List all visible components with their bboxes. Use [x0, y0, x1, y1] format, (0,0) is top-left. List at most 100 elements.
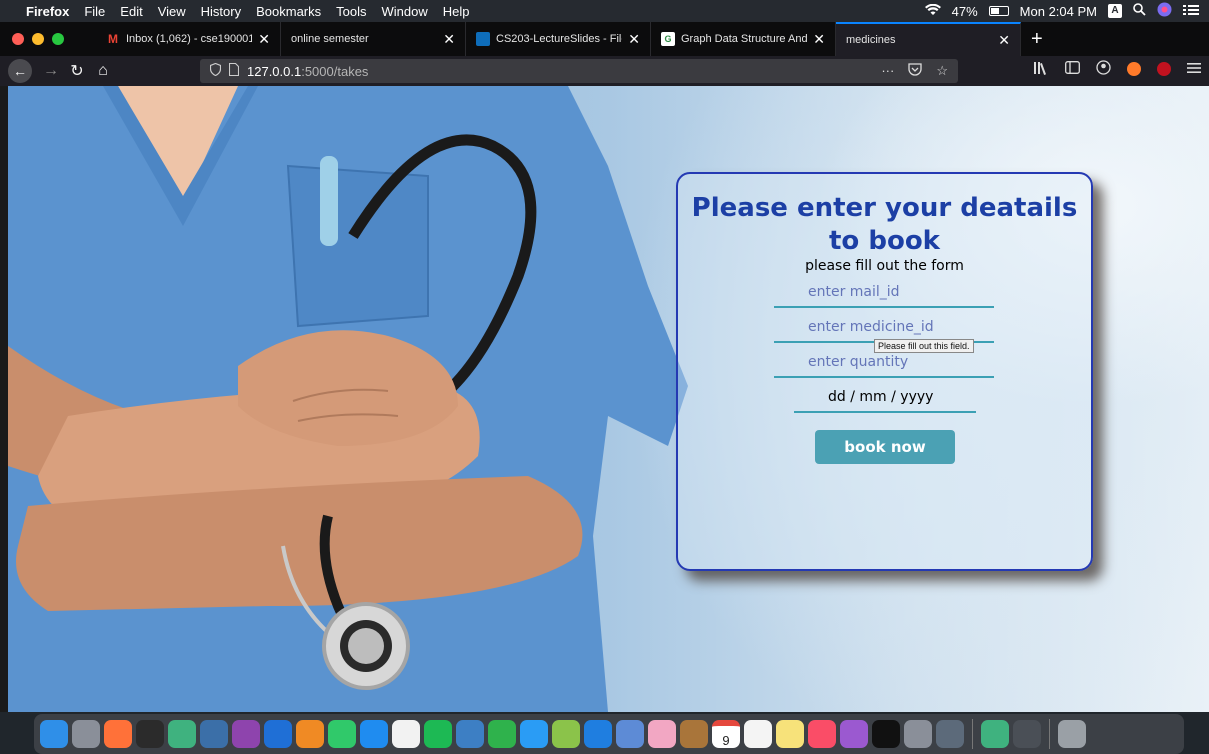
blank-document-icon[interactable] — [392, 720, 420, 748]
siri-icon[interactable] — [1157, 2, 1172, 20]
reload-icon[interactable]: ↻ — [64, 61, 90, 81]
home-icon[interactable]: ⌂ — [90, 62, 116, 80]
forward-icon[interactable]: → — [38, 62, 64, 80]
close-tab-icon[interactable]: ✕ — [998, 32, 1010, 49]
menu-history[interactable]: History — [201, 4, 241, 19]
photos-icon[interactable] — [648, 720, 676, 748]
form-heading: Please enter your deatails to book — [691, 193, 1078, 256]
shield-icon[interactable] — [209, 62, 222, 79]
battery-icon[interactable] — [988, 6, 1009, 16]
page-actions-icon[interactable]: ··· — [881, 63, 894, 79]
close-tab-icon[interactable]: ✕ — [628, 31, 640, 48]
close-tab-icon[interactable]: ✕ — [443, 31, 455, 48]
mysql-workbench-icon[interactable] — [200, 720, 228, 748]
launchpad-icon[interactable] — [72, 720, 100, 748]
close-window-button[interactable] — [12, 33, 24, 45]
tab-medicines[interactable]: medicines ✕ — [836, 22, 1021, 56]
sync-icon[interactable] — [328, 720, 356, 748]
menu-bookmarks[interactable]: Bookmarks — [256, 4, 321, 19]
close-tab-icon[interactable]: ✕ — [813, 31, 825, 48]
spotlight-search-icon[interactable] — [1133, 3, 1146, 19]
dock-shelf: 9 — [34, 714, 1184, 754]
trash-icon[interactable] — [1058, 720, 1086, 748]
podcasts-like-icon[interactable] — [232, 720, 260, 748]
preview-icon[interactable] — [456, 720, 484, 748]
menu-hamburger-icon[interactable] — [1187, 61, 1201, 77]
tab-lecture-slides[interactable]: CS203-LectureSlides - Files - Ms ✕ — [466, 22, 651, 56]
library-icon[interactable] — [1033, 61, 1049, 78]
notes-brown-icon[interactable] — [680, 720, 708, 748]
minimize-window-button[interactable] — [32, 33, 44, 45]
quantity-input[interactable]: enter quantity — [774, 350, 994, 378]
tab-title: medicines — [846, 34, 896, 46]
booking-form-card: Please enter your deatails to book pleas… — [676, 172, 1093, 571]
url-path: :5000/takes — [301, 63, 369, 79]
browser-icon[interactable] — [264, 720, 292, 748]
menu-app-name[interactable]: Firefox — [26, 4, 69, 19]
tab-graph-data-structure[interactable]: G Graph Data Structure And Algor ✕ — [651, 22, 836, 56]
wifi-icon[interactable] — [924, 3, 941, 19]
tab-online-semester[interactable]: online semester ✕ — [281, 22, 466, 56]
back-icon[interactable]: ← — [8, 59, 32, 83]
apple-tv-icon[interactable] — [872, 720, 900, 748]
facetime-icon[interactable] — [488, 720, 516, 748]
messages-icon[interactable] — [520, 720, 548, 748]
doctor-background-image — [8, 86, 688, 712]
date-input[interactable]: dd / mm / yyyy — [794, 385, 976, 413]
menu-help[interactable]: Help — [443, 4, 470, 19]
book-now-button[interactable]: book now — [815, 430, 955, 464]
pocket-icon[interactable] — [908, 63, 922, 79]
battery-percent: 47% — [951, 3, 978, 19]
photo-editor-icon[interactable] — [616, 720, 644, 748]
tab-gmail[interactable]: M Inbox (1,062) - cse19000104 ✕ — [96, 22, 281, 56]
menu-edit[interactable]: Edit — [120, 4, 142, 19]
macos-menu-bar: Firefox File Edit View History Bookmarks… — [0, 0, 1209, 22]
ublock-origin-icon[interactable] — [1157, 62, 1171, 76]
gmail-icon: M — [108, 32, 118, 46]
notes-icon[interactable] — [776, 720, 804, 748]
reminders-icon[interactable] — [744, 720, 772, 748]
system-preferences-icon[interactable] — [904, 720, 932, 748]
control-center-icon[interactable] — [1183, 4, 1199, 19]
teams-icon — [476, 32, 490, 46]
firefox-icon[interactable] — [104, 720, 132, 748]
menu-file[interactable]: File — [84, 4, 105, 19]
tab-title: Graph Data Structure And Algor — [681, 33, 808, 45]
input-source-icon[interactable]: A — [1108, 4, 1122, 18]
bookmark-star-icon[interactable]: ☆ — [936, 63, 948, 79]
extension-orange-icon[interactable] — [1127, 62, 1141, 76]
music-icon[interactable] — [808, 720, 836, 748]
menu-tools[interactable]: Tools — [336, 4, 366, 19]
close-tab-icon[interactable]: ✕ — [258, 31, 270, 48]
macos-dock: 9 — [0, 712, 1209, 754]
calendar-icon[interactable]: 9 — [712, 720, 740, 748]
sidebar-icon[interactable] — [1065, 61, 1080, 77]
dock-separator — [1049, 719, 1050, 749]
new-tab-button[interactable]: + — [1021, 22, 1053, 56]
safari-2-icon[interactable] — [981, 720, 1009, 748]
menu-window[interactable]: Window — [382, 4, 428, 19]
mail-id-input[interactable]: enter mail_id — [774, 280, 994, 308]
downloads-icon[interactable] — [1013, 720, 1041, 748]
clock[interactable]: Mon 2:04 PM — [1020, 4, 1097, 19]
terminal-icon[interactable] — [136, 720, 164, 748]
tab-title: online semester — [291, 33, 369, 45]
vlc-icon[interactable] — [296, 720, 324, 748]
app-store-icon[interactable] — [360, 720, 388, 748]
xcode-icon[interactable] — [584, 720, 612, 748]
android-studio-icon[interactable] — [552, 720, 580, 748]
tab-strip: M Inbox (1,062) - cse19000104 ✕ online s… — [0, 22, 1209, 56]
page-info-icon[interactable] — [228, 62, 240, 79]
menu-view[interactable]: View — [158, 4, 186, 19]
image-capture-icon[interactable] — [936, 720, 964, 748]
tab-title: Inbox (1,062) - cse19000104 — [126, 33, 253, 45]
form-subtitle: please fill out the form — [805, 258, 964, 274]
safari-icon[interactable] — [168, 720, 196, 748]
podcasts-icon[interactable] — [840, 720, 868, 748]
zoom-window-button[interactable] — [52, 33, 64, 45]
finder-icon[interactable] — [40, 720, 68, 748]
url-bar[interactable]: 127.0.0.1:5000/takes ··· ☆ — [200, 59, 958, 83]
spotify-icon[interactable] — [424, 720, 452, 748]
web-page: Please enter your deatails to book pleas… — [8, 86, 1209, 712]
account-icon[interactable] — [1096, 60, 1111, 78]
